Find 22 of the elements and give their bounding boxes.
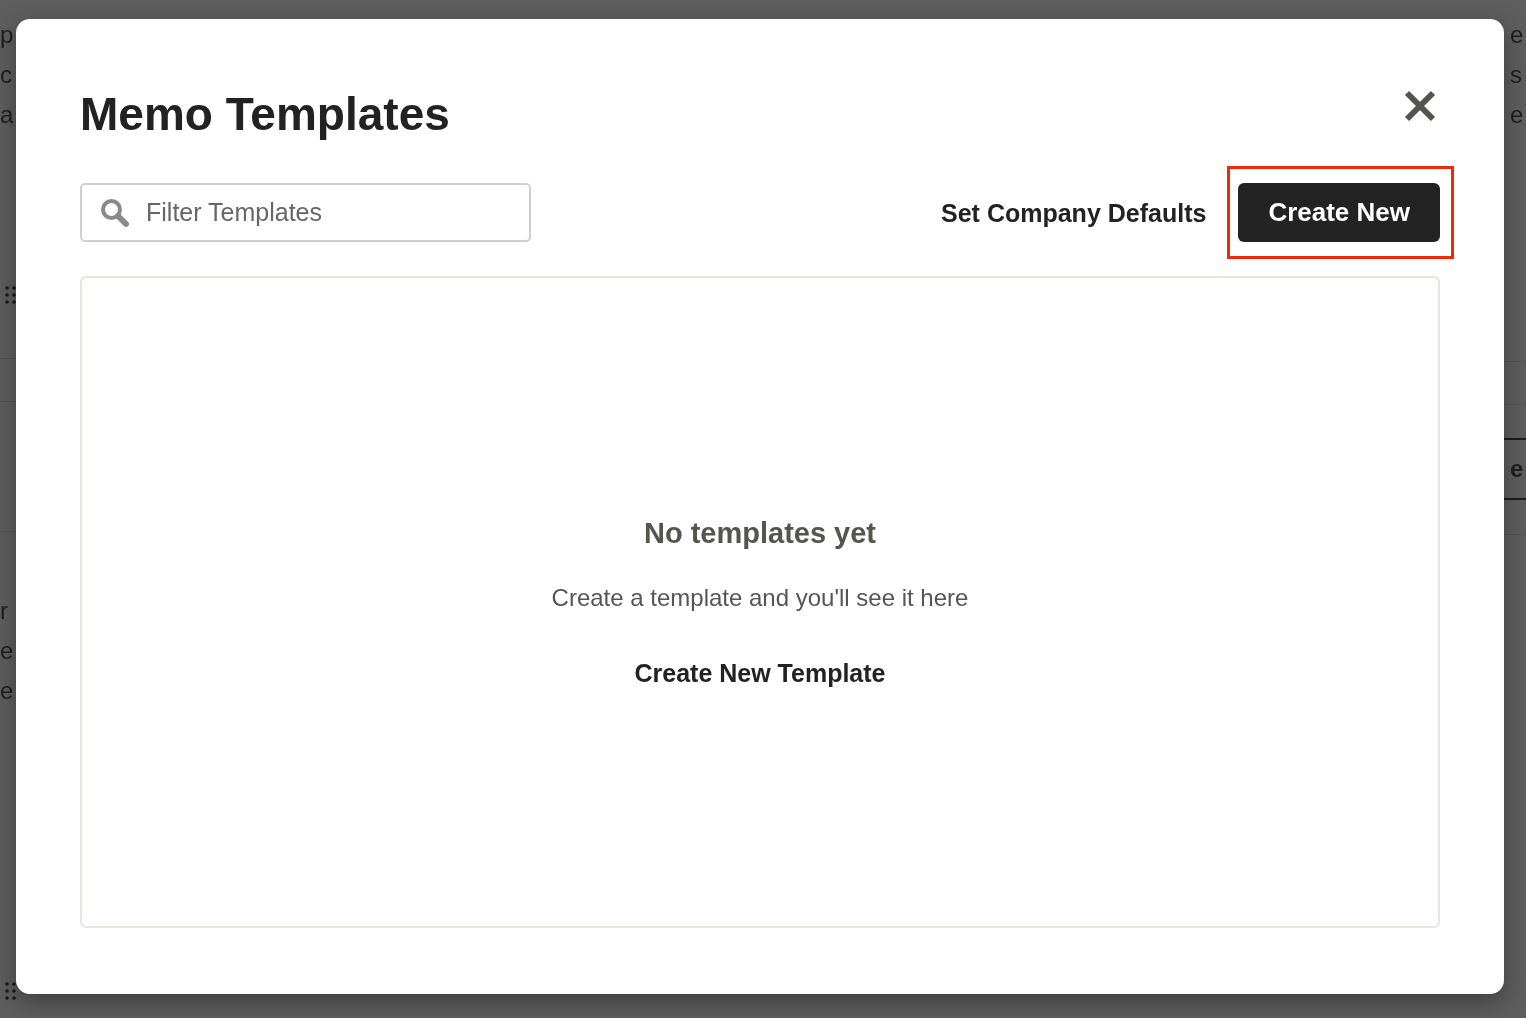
create-template-link[interactable]: Create New Template: [634, 657, 886, 689]
close-icon: [1404, 90, 1436, 122]
page-text-fragment: s: [1510, 60, 1522, 90]
page-text-fragment: e: [1510, 20, 1524, 50]
set-defaults-link[interactable]: Set Company Defaults: [941, 196, 1207, 229]
close-button[interactable]: [1404, 90, 1436, 122]
page-text-fragment: e: [1510, 100, 1524, 130]
page-text-fragment: e: [0, 636, 14, 666]
page-text-fragment: e: [1510, 454, 1524, 484]
empty-state-message: Create a template and you'll see it here: [551, 583, 969, 613]
page-text-fragment: p: [0, 20, 14, 50]
create-new-button[interactable]: Create New: [1238, 183, 1440, 242]
drag-handle-icon: [5, 286, 16, 304]
search-field[interactable]: Filter Templates: [80, 183, 531, 242]
page-text-fragment: r: [0, 596, 8, 626]
empty-state-heading: No templates yet: [643, 516, 877, 551]
dialog-title: Memo Templates: [80, 87, 450, 142]
drag-handle-icon: [5, 982, 16, 1000]
page-text-fragment: e: [0, 676, 14, 706]
page-text-fragment: a: [0, 100, 14, 130]
search-icon: [100, 198, 130, 228]
page-text-fragment: c: [0, 60, 12, 90]
